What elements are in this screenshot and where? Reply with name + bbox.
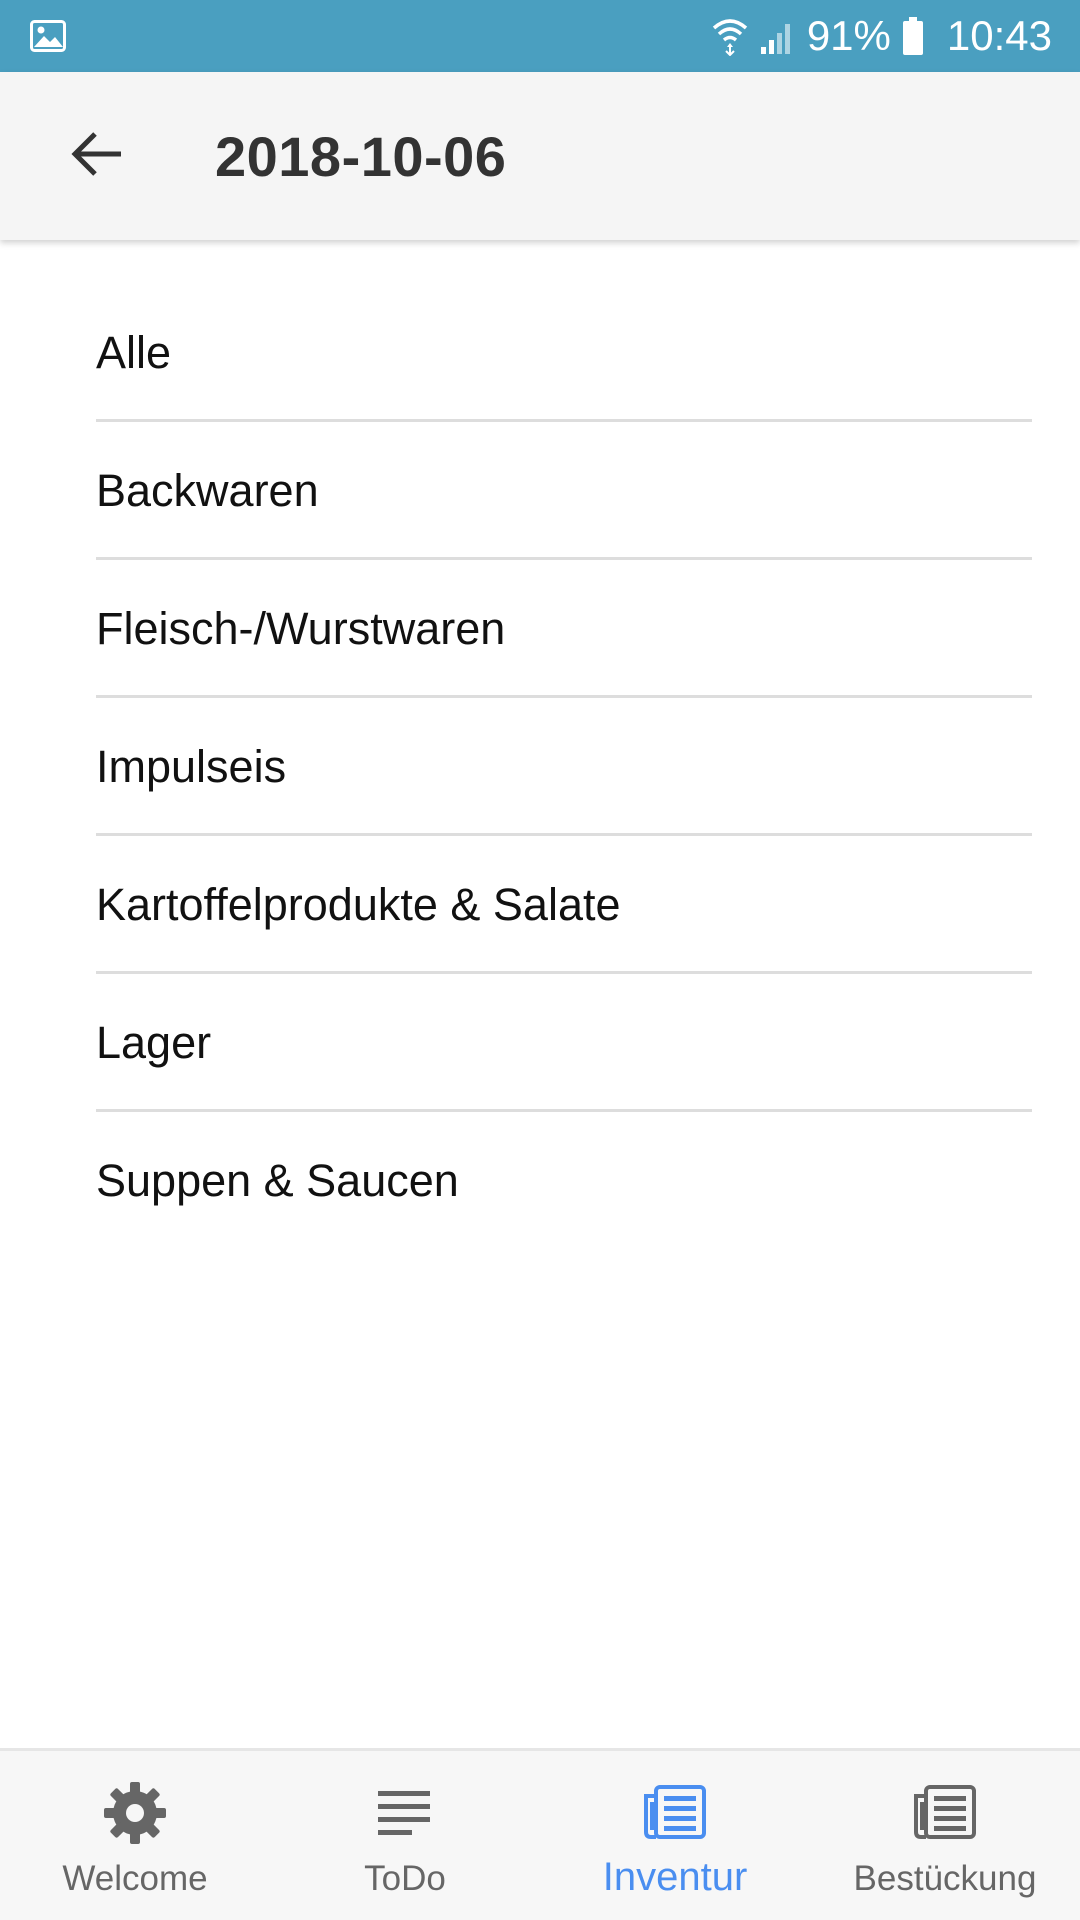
- page-title: 2018-10-06: [215, 124, 507, 188]
- list-item-kartoffelprodukte-salate[interactable]: Kartoffelprodukte & Salate: [96, 836, 1032, 974]
- arrow-left-icon: [69, 130, 125, 183]
- nav-label: Inventur: [602, 1855, 748, 1899]
- list-lines-icon: [376, 1779, 434, 1847]
- gear-icon: [102, 1779, 168, 1847]
- screen: 91% 10:43 2018-10-06 Alle Backwaren Flei…: [0, 0, 1080, 1920]
- image-icon: [30, 20, 66, 52]
- list-item-label: Impulseis: [96, 741, 287, 792]
- nav-item-inventur[interactable]: Inventur: [540, 1751, 810, 1920]
- list-item-backwaren[interactable]: Backwaren: [96, 422, 1032, 560]
- clock: 10:43: [946, 12, 1052, 59]
- list-item-label: Backwaren: [96, 465, 319, 516]
- list-item-label: Fleisch-/Wurstwaren: [96, 603, 506, 654]
- signal-icon: [759, 16, 797, 56]
- bottom-nav: Welcome ToDo Inventur Bestückung: [0, 1748, 1080, 1920]
- list-item-lager[interactable]: Lager: [96, 974, 1032, 1112]
- list-item-label: Lager: [96, 1017, 212, 1068]
- nav-label: Welcome: [62, 1859, 208, 1898]
- nav-label: Bestückung: [853, 1859, 1037, 1898]
- status-bar: 91% 10:43: [0, 0, 1080, 72]
- status-right: 91% 10:43: [711, 0, 1052, 72]
- status-left: [30, 20, 711, 52]
- back-button[interactable]: [42, 101, 152, 211]
- list-item-label: Alle: [96, 327, 172, 378]
- list-item-fleisch-wurstwaren[interactable]: Fleisch-/Wurstwaren: [96, 560, 1032, 698]
- nav-item-bestueckung[interactable]: Bestückung: [810, 1751, 1080, 1920]
- battery-percent: 91%: [806, 12, 891, 59]
- nav-item-todo[interactable]: ToDo: [270, 1751, 540, 1920]
- newspaper-icon: [912, 1779, 978, 1847]
- wifi-icon: [711, 16, 749, 56]
- nav-item-welcome[interactable]: Welcome: [0, 1751, 270, 1920]
- category-list: Alle Backwaren Fleisch-/Wurstwaren Impul…: [0, 284, 1080, 1250]
- newspaper-icon: [642, 1779, 708, 1847]
- list-item-suppen-saucen[interactable]: Suppen & Saucen: [96, 1112, 1032, 1250]
- list-item-label: Suppen & Saucen: [96, 1155, 459, 1206]
- list-item-impulseis[interactable]: Impulseis: [96, 698, 1032, 836]
- nav-label: ToDo: [364, 1859, 446, 1898]
- battery-icon: [901, 16, 925, 56]
- list-item-label: Kartoffelprodukte & Salate: [96, 879, 621, 930]
- list-item-alle[interactable]: Alle: [96, 284, 1032, 422]
- app-bar: 2018-10-06: [0, 72, 1080, 240]
